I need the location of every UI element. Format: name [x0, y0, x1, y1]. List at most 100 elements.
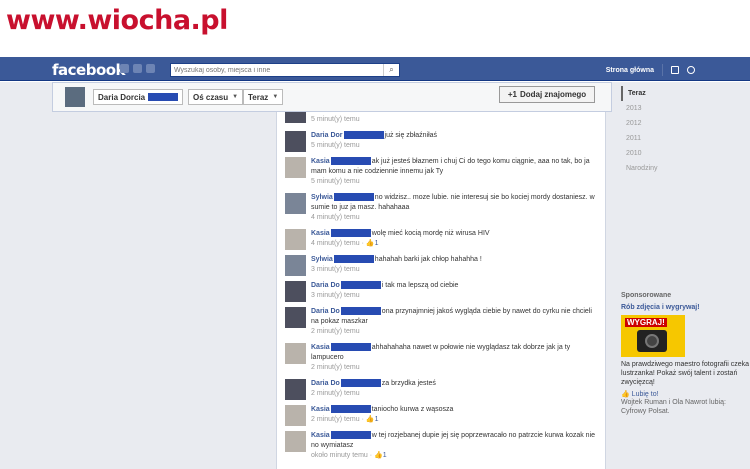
comment-body: Kasia wolę mieć kocią mordę niż wirusa HI…: [311, 229, 599, 239]
year-list: Teraz 2013 2012 2011 2010 Narodziny: [621, 86, 658, 176]
comment-body: Sylwia hahahah barki jak chłop hahahha !: [311, 255, 599, 265]
privacy-shortcuts-icon[interactable]: [671, 66, 679, 74]
comment-body: Daria Do ona przynajmniej jakoś wygląda c…: [311, 307, 599, 327]
timeline-period-dropdown[interactable]: Teraz ▼: [243, 89, 284, 105]
comment-author[interactable]: Daria Do: [311, 308, 340, 315]
timeline-filter-dropdown[interactable]: Oś czasu ▼: [188, 89, 244, 105]
comment-author[interactable]: Daria Dor: [311, 132, 343, 139]
ad-body: Na prawdziwego maestro fotografii czeka …: [621, 361, 750, 386]
sponsored-heading: Sponsorowane: [621, 292, 672, 299]
comment-meta: 3 minut(y) temu: [311, 291, 599, 301]
comment-item: Daria Do i tak ma lepszą od ciebie 3 minut…: [277, 278, 605, 304]
ad-like-link[interactable]: 👍 Lubię to!: [621, 390, 749, 398]
avatar[interactable]: [285, 307, 306, 328]
comment-item: Kasia w tej rozjebanej dupie jej się popr…: [277, 428, 605, 464]
thumbs-up-icon[interactable]: 👍: [366, 416, 375, 423]
top-navigation-bar: facebook ⌕ Strona główna: [0, 57, 750, 81]
comment-item: Kasia ak już jesteś błaznem i chuj Ci do …: [277, 154, 605, 190]
comment-text: już się zbłaźniłaś: [384, 132, 438, 139]
avatar[interactable]: [285, 229, 306, 250]
ad-social-context: Wojtek Ruman i Ola Nawrot lubią: Cyfrowy…: [621, 399, 726, 415]
ad-title[interactable]: Rób zdjęcia i wygrywaj!: [621, 303, 749, 312]
comment-timestamp[interactable]: 2 minut(y) temu: [311, 416, 360, 423]
comment-author[interactable]: Kasia: [311, 230, 330, 237]
messages-icon[interactable]: [133, 64, 142, 73]
comment-body: Kasia ak już jesteś błaznem i chuj Ci do …: [311, 157, 599, 177]
avatar[interactable]: [285, 379, 306, 400]
redaction-block: [340, 307, 381, 316]
timeline-filter-label: Oś czasu: [193, 92, 229, 102]
comment-meta: 2 minut(y) temu: [311, 363, 599, 373]
comment-author[interactable]: Daria Do: [311, 282, 340, 289]
year-nav-item[interactable]: Teraz: [621, 86, 658, 101]
profile-avatar[interactable]: [65, 87, 85, 107]
avatar[interactable]: [285, 343, 306, 364]
chevron-down-icon: ▼: [232, 94, 239, 100]
comment-item: Sylwia hahahah barki jak chłop hahahha ! 3…: [277, 252, 605, 278]
year-nav-item[interactable]: 2011: [621, 131, 658, 146]
year-nav-item[interactable]: 2012: [621, 116, 658, 131]
avatar[interactable]: [285, 281, 306, 302]
search-icon[interactable]: ⌕: [383, 64, 399, 76]
avatar[interactable]: [285, 131, 306, 152]
comment-author[interactable]: Sylwia: [311, 256, 333, 263]
thumbs-up-icon[interactable]: 👍: [366, 240, 375, 247]
comment-timestamp[interactable]: 5 minut(y) temu: [311, 116, 360, 123]
home-link[interactable]: Strona główna: [606, 67, 654, 74]
comment-timestamp[interactable]: 4 minut(y) temu: [311, 240, 360, 247]
ad-image[interactable]: WYGRAJ!: [621, 315, 685, 357]
comment-author[interactable]: Sylwia: [311, 194, 333, 201]
year-nav-item[interactable]: 2013: [621, 101, 658, 116]
comment-timestamp[interactable]: około minuty temu: [311, 452, 368, 459]
comment-author[interactable]: Kasia: [311, 344, 330, 351]
comment-timestamp[interactable]: 2 minut(y) temu: [311, 390, 360, 397]
redaction-block: [330, 405, 371, 414]
like-count[interactable]: 1: [383, 452, 387, 459]
add-friend-button[interactable]: +1 Dodaj znajomego: [499, 86, 595, 103]
friend-requests-icon[interactable]: [120, 64, 129, 73]
comment-timestamp[interactable]: 2 minut(y) temu: [311, 328, 360, 335]
comment-timestamp[interactable]: 5 minut(y) temu: [311, 142, 360, 149]
comment-meta: 4 minut(y) temu · 👍1: [311, 239, 599, 249]
comment-meta: 4 minut(y) temu: [311, 213, 599, 223]
comment-author[interactable]: Kasia: [311, 406, 330, 413]
ad-like-label: Lubię to!: [631, 391, 659, 398]
notifications-icon[interactable]: [146, 64, 155, 73]
thumbs-up-icon[interactable]: 👍: [374, 452, 383, 459]
comment-feed: 5 minut(y) temu Daria Dor już się zbłaźnił…: [276, 112, 606, 469]
comment-timestamp[interactable]: 2 minut(y) temu: [311, 364, 360, 371]
search-input[interactable]: [171, 64, 381, 76]
comment-body: Kasia taniocho kurwa z wąsosza: [311, 405, 599, 415]
redaction-block: [343, 131, 384, 140]
avatar[interactable]: [285, 255, 306, 276]
avatar[interactable]: [285, 157, 306, 178]
comment-body: Daria Do za brzydka jesteś: [311, 379, 599, 389]
sponsored-section: Sponsorowane Rób zdjęcia i wygrywaj! WYG…: [621, 292, 749, 416]
comment-author[interactable]: Daria Do: [311, 380, 340, 387]
year-nav-item[interactable]: 2010: [621, 146, 658, 161]
comment-text: wolę mieć kocią mordę niż wirusa HIV: [371, 230, 490, 237]
comment-text: taniocho kurwa z wąsosza: [371, 406, 454, 413]
avatar[interactable]: [285, 112, 306, 123]
like-count[interactable]: 1: [375, 240, 379, 247]
top-right-nav: Strona główna: [606, 64, 695, 76]
comment-timestamp[interactable]: 3 minut(y) temu: [311, 266, 360, 273]
comment-meta: 2 minut(y) temu · 👍1: [311, 415, 599, 425]
comment-meta: 5 minut(y) temu: [311, 115, 599, 125]
add-friend-icon: +1: [507, 90, 517, 99]
comment-meta: 3 minut(y) temu: [311, 265, 599, 275]
comment-author[interactable]: Kasia: [311, 158, 330, 165]
site-watermark: www.wiocha.pl: [6, 5, 228, 36]
avatar[interactable]: [285, 193, 306, 214]
like-count[interactable]: 1: [375, 416, 379, 423]
comment-timestamp[interactable]: 3 minut(y) temu: [311, 292, 360, 299]
avatar[interactable]: [285, 405, 306, 426]
profile-name-button[interactable]: Daria Dorcia: [93, 89, 184, 105]
comment-timestamp[interactable]: 4 minut(y) temu: [311, 214, 360, 221]
comment-author[interactable]: Kasia: [311, 432, 330, 439]
comment-timestamp[interactable]: 5 minut(y) temu: [311, 178, 360, 185]
gear-icon[interactable]: [687, 66, 695, 74]
year-nav-item[interactable]: Narodziny: [621, 161, 658, 176]
facebook-logo[interactable]: facebook: [52, 61, 126, 79]
avatar[interactable]: [285, 431, 306, 452]
